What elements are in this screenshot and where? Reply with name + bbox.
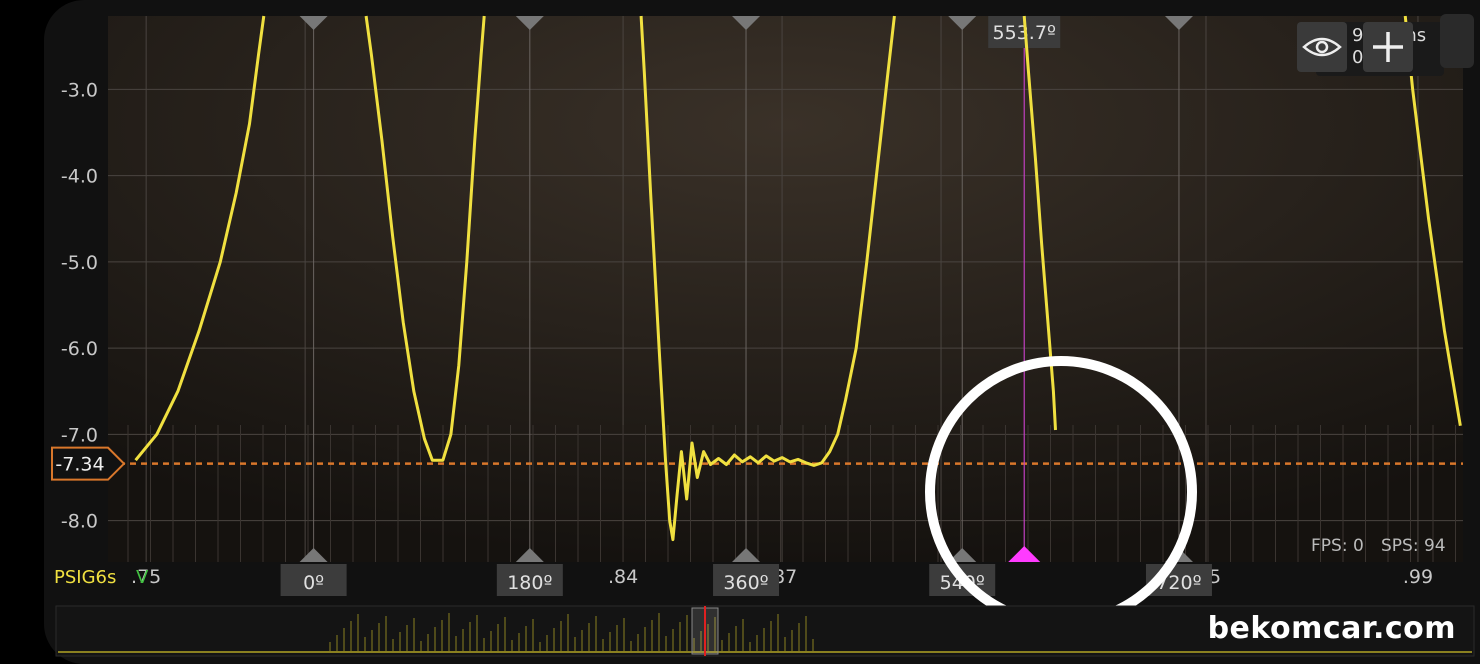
channel-unit: V — [136, 567, 149, 588]
reference-label: -7.34 — [55, 454, 104, 476]
fps-label: FPS: 0 — [1311, 536, 1364, 556]
eye-button[interactable] — [1297, 22, 1347, 72]
plus-icon — [1373, 32, 1403, 62]
degree-label: 0º — [303, 572, 324, 594]
sps-label: SPS: 94 — [1381, 536, 1446, 556]
eye-icon — [1302, 37, 1342, 57]
y-tick-label: -8.0 — [61, 511, 98, 533]
channel-name[interactable]: PSIG6s — [54, 567, 116, 588]
add-button[interactable] — [1363, 22, 1413, 72]
x-tick-label: .84 — [608, 566, 638, 588]
plot-background — [108, 16, 1463, 562]
degree-label: 360º — [723, 572, 768, 594]
y-tick-label: -4.0 — [61, 166, 98, 188]
y-tick-label: -5.0 — [61, 252, 98, 274]
time-digit-1: 9 — [1352, 25, 1364, 46]
x-tick-label: .99 — [1403, 566, 1433, 588]
y-tick-label: -3.0 — [61, 79, 98, 101]
side-handle[interactable] — [1440, 14, 1474, 68]
y-tick-label: -7.0 — [61, 424, 98, 446]
oscilloscope-chart[interactable]: -3.0-4.0-5.0-6.0-7.0-8.0 .75.78.84.87.9.… — [0, 0, 1480, 664]
degree-label: 180º — [507, 572, 552, 594]
watermark: bekomcar.com — [1207, 611, 1456, 646]
y-tick-label: -6.0 — [61, 338, 98, 360]
